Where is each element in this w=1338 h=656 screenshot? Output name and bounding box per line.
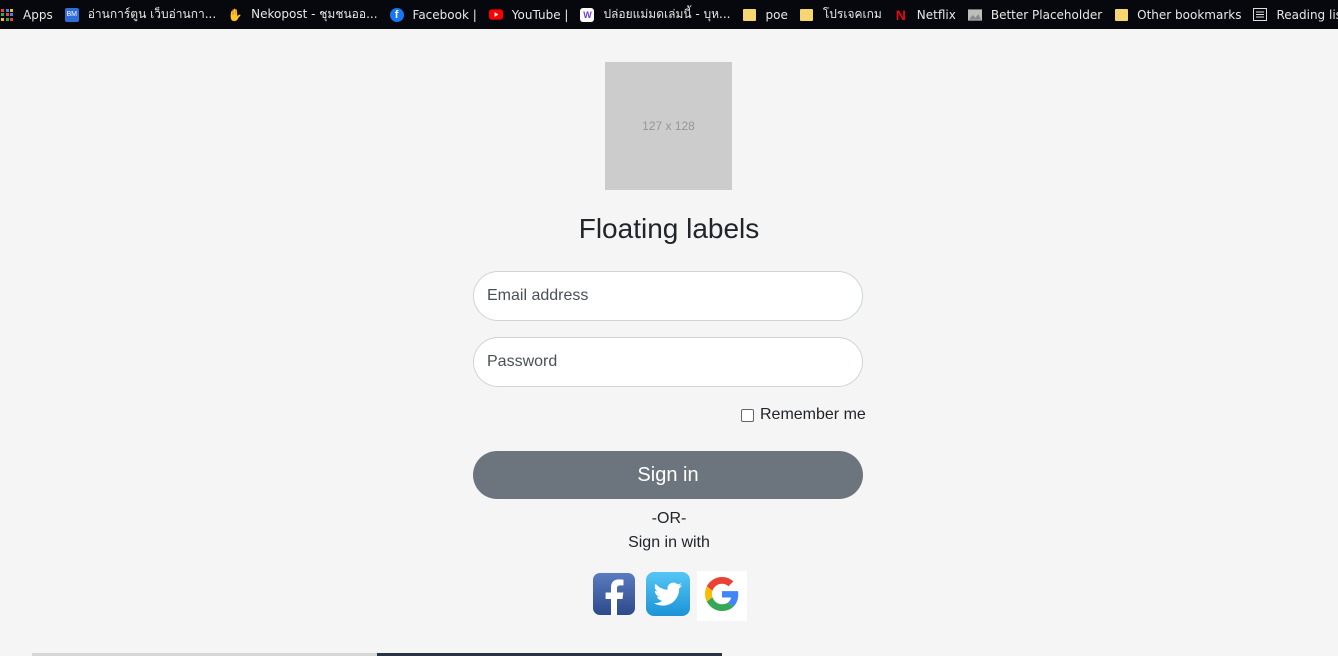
bookmark-manga[interactable]: BM อ่านการ์ตูน เว็บอ่านกา... — [59, 0, 222, 29]
bookmark-poe[interactable]: poe — [737, 0, 794, 29]
youtube-icon — [488, 8, 503, 22]
image-icon — [967, 8, 982, 22]
email-input[interactable] — [487, 287, 862, 305]
apps-grid-icon — [0, 8, 14, 22]
bookmark-netflix[interactable]: N Netflix — [888, 0, 962, 29]
bookmark-label: poe — [765, 7, 788, 22]
twitter-icon — [645, 571, 691, 622]
bookmark-facebook[interactable]: f Facebook | — [384, 0, 483, 29]
remember-me[interactable]: Remember me — [741, 406, 866, 424]
bookmark-label: โปรเจคเกม — [822, 7, 882, 21]
remember-checkbox[interactable] — [741, 408, 754, 422]
bookmark-label: Better Placeholder — [990, 7, 1103, 22]
placeholder-size-label: 127 x 128 — [642, 119, 695, 133]
netflix-icon: N — [895, 6, 906, 23]
twitter-login-button[interactable] — [643, 571, 693, 621]
bookmark-label: อ่านการ์ตูน เว็บอ่านกา... — [87, 7, 217, 21]
folder-icon — [1114, 8, 1128, 22]
bookmarks-bar: Apps BM อ่านการ์ตูน เว็บอ่านกา... ✋ Neko… — [0, 0, 1338, 29]
bookmark-apps[interactable]: Apps — [0, 0, 59, 29]
bookmark-better-placeholder[interactable]: Better Placeholder — [962, 0, 1108, 29]
reading-list-icon — [1253, 8, 1268, 22]
page-title: Floating labels — [578, 213, 760, 244]
facebook-login-button[interactable] — [589, 571, 639, 621]
site-icon: W — [580, 7, 595, 22]
password-input[interactable] — [487, 353, 862, 371]
bookmark-label: ปล่อยแม่มดเล่มนี้ - บุห... — [603, 7, 731, 21]
bookmark-label: Reading list — [1276, 7, 1338, 22]
bookmark-label: Apps — [23, 7, 53, 22]
bookmark-label: Facebook | — [412, 7, 477, 22]
folder-icon — [800, 8, 814, 22]
nekopost-icon: ✋ — [227, 7, 243, 22]
bookmark-label: Other bookmarks — [1137, 7, 1242, 22]
bookmark-label: Nekopost - ชุมชนออ... — [251, 7, 378, 21]
bookmark-youtube[interactable]: YouTube | — [483, 0, 575, 29]
password-field[interactable] — [473, 337, 863, 387]
or-divider: -OR- — [651, 510, 687, 527]
bookmark-label: Netflix — [916, 7, 956, 22]
bookmark-other[interactable]: Other bookmarks — [1108, 0, 1247, 29]
google-icon — [705, 576, 739, 616]
google-login-button[interactable] — [697, 571, 747, 621]
email-field[interactable] — [473, 271, 863, 321]
folder-icon — [743, 8, 757, 22]
reading-list[interactable]: Reading list — [1247, 0, 1338, 29]
manga-site-icon: BM — [64, 7, 79, 22]
sign-in-with-label: Sign in with — [628, 534, 710, 551]
bookmark-novel[interactable]: W ปล่อยแม่มดเล่มนี้ - บุห... — [574, 0, 736, 29]
facebook-icon: f — [389, 7, 404, 22]
bookmark-nekopost[interactable]: ✋ Nekopost - ชุมชนออ... — [222, 0, 383, 29]
bookmark-game-project[interactable]: โปรเจคเกม — [794, 0, 888, 29]
remember-label: Remember me — [760, 406, 866, 423]
sign-in-button[interactable]: Sign in — [473, 451, 863, 499]
facebook-icon — [591, 571, 637, 622]
logo-placeholder: 127 x 128 — [605, 62, 732, 190]
bookmark-label: YouTube | — [511, 7, 569, 22]
